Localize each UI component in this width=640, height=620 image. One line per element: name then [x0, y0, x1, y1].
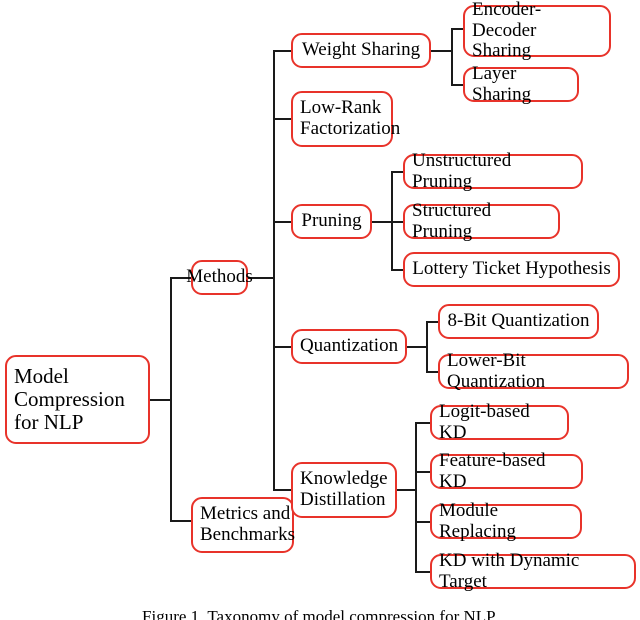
node-kd-with-dynamic-target[interactable]: KD with Dynamic Target — [430, 550, 636, 591]
node-pruning[interactable]: Pruning — [291, 204, 372, 239]
connector-to-weight-sharing — [273, 50, 293, 52]
node-module-replacing[interactable]: Module Replacing — [430, 500, 582, 541]
connector-to-knowledge-distillation — [273, 489, 293, 491]
node-root[interactable]: Model Compression for NLP — [5, 355, 150, 444]
node-weight-sharing[interactable]: Weight Sharing — [291, 33, 431, 68]
node-knowledge-distillation[interactable]: Knowledge Distillation — [291, 462, 397, 518]
connector-methods-bus — [273, 50, 275, 490]
connector-weight-sharing-bus — [451, 28, 453, 86]
connector-root-stub — [150, 399, 172, 401]
connector-to-pruning — [273, 221, 293, 223]
connector-to-logit-based-kd — [415, 422, 431, 424]
node-quantization[interactable]: Quantization — [291, 329, 407, 364]
node-lottery-ticket-hypothesis[interactable]: Lottery Ticket Hypothesis — [403, 252, 620, 287]
node-feature-based-kd[interactable]: Feature-based KD — [430, 450, 583, 491]
node-low-rank-factorization[interactable]: Low-Rank Factorization — [291, 91, 400, 147]
node-methods[interactable]: Methods — [186, 260, 253, 295]
connector-to-module-replacing — [415, 521, 431, 523]
node-lower-bit-quantization[interactable]: Lower-Bit Quantization — [438, 350, 629, 391]
connector-quantization-stub — [406, 346, 428, 348]
connector-to-low-rank — [273, 118, 293, 120]
connector-weight-sharing-stub — [430, 50, 453, 52]
connector-kd-stub — [397, 489, 417, 491]
connector-pruning-stub — [371, 221, 393, 223]
figure-caption: Figure 1. Taxonomy of model compression … — [142, 607, 498, 620]
node-logit-based-kd[interactable]: Logit-based KD — [430, 401, 569, 442]
node-encoder-decoder-sharing[interactable]: Encoder-Decoder Sharing — [463, 0, 611, 61]
connector-to-kd-dynamic-target — [415, 571, 431, 573]
taxonomy-figure: Model Compression for NLP Methods Metric… — [0, 0, 640, 620]
connector-to-feature-based-kd — [415, 471, 431, 473]
connector-kd-bus — [415, 422, 417, 572]
node-8bit-quantization[interactable]: 8-Bit Quantization — [438, 304, 599, 339]
node-structured-pruning[interactable]: Structured Pruning — [403, 200, 560, 241]
connector-root-to-metrics — [170, 520, 192, 522]
connector-quantization-bus — [426, 321, 428, 373]
connector-to-quantization — [273, 346, 293, 348]
node-layer-sharing[interactable]: Layer Sharing — [463, 63, 579, 104]
connector-root-bus — [170, 277, 172, 522]
node-unstructured-pruning[interactable]: Unstructured Pruning — [403, 150, 583, 191]
node-metrics-and-benchmarks[interactable]: Metrics and Benchmarks — [191, 497, 295, 553]
